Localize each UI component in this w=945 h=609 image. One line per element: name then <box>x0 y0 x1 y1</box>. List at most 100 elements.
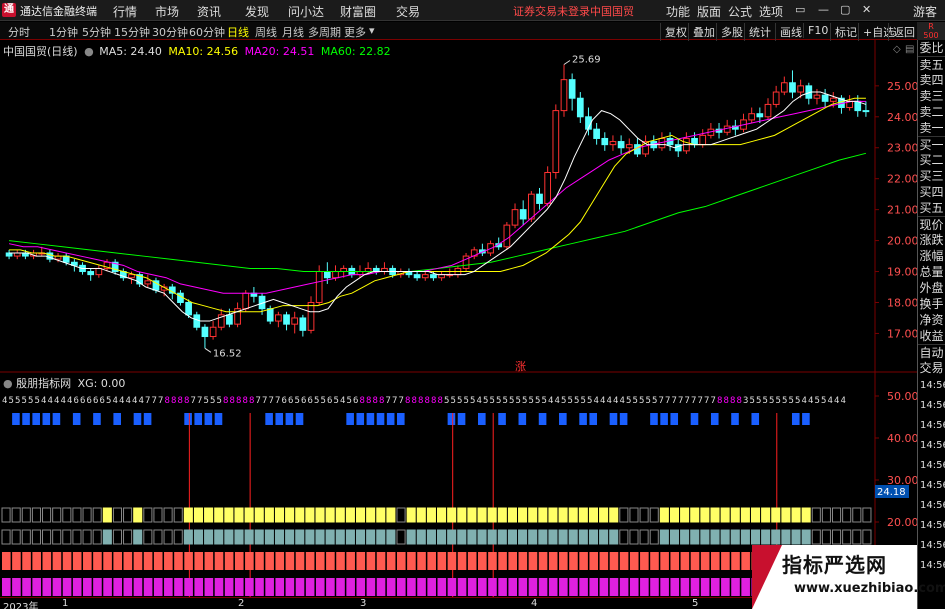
menu-xuanxiang[interactable]: 选项 <box>759 3 783 20</box>
candle-body <box>421 274 429 279</box>
side-item-7[interactable]: 买二 <box>918 152 945 168</box>
red-block <box>356 552 366 570</box>
digit-cell: 4 <box>802 396 807 406</box>
menu-banmian[interactable]: 版面 <box>697 3 721 20</box>
tab-weekly[interactable]: 周线 <box>255 24 277 40</box>
side-item-16[interactable]: 换手 <box>918 296 945 312</box>
btn-diejia[interactable]: 叠加 <box>688 23 719 41</box>
tab-fenshi[interactable]: 分时 <box>8 24 30 40</box>
digit-cell: 4 <box>119 396 124 406</box>
tab-15min[interactable]: 15分钟 <box>114 24 150 40</box>
red-block <box>670 552 680 570</box>
red-block <box>32 552 41 570</box>
red-block <box>113 552 123 570</box>
tab-5min[interactable]: 5分钟 <box>82 24 111 40</box>
collapse-icon[interactable]: ▤ <box>905 44 914 55</box>
teal-block <box>781 529 791 545</box>
side-item-0[interactable]: 委比 <box>918 40 945 56</box>
menu-jiaoyi[interactable]: 交易 <box>396 3 420 20</box>
kline-chart[interactable]: 25.00 24.00 23.00 22.00 21.00 20.00 19.00 18.00… <box>0 40 917 597</box>
tab-multi-period[interactable]: 多周期 <box>308 24 341 40</box>
yellow-block <box>852 507 862 523</box>
digit-cell: 5 <box>217 396 222 406</box>
side-item-14[interactable]: 总量 <box>918 264 945 280</box>
chevron-down-icon[interactable]: ▾ <box>369 24 375 37</box>
diamond-icon[interactable]: ◇ <box>893 44 901 55</box>
magenta-block <box>650 578 659 596</box>
red-block <box>12 552 21 570</box>
btn-duogu[interactable]: 多股 <box>716 23 747 41</box>
btn-fuquan[interactable]: 复权 <box>660 23 691 41</box>
btn-biaoji[interactable]: 标记 <box>830 23 861 41</box>
side-item-12[interactable]: 涨跌 <box>918 232 945 248</box>
side-item-4[interactable]: 卖二 <box>918 104 945 120</box>
side-item-3[interactable]: 卖三 <box>918 88 945 104</box>
tab-30min[interactable]: 30分钟 <box>152 24 188 40</box>
digit-cell: 5 <box>516 396 521 406</box>
side-item-10[interactable]: 买五 <box>918 200 945 216</box>
low-label: 16.52 <box>213 348 242 359</box>
window-mode-icon[interactable]: ▭ <box>795 3 805 16</box>
teal-block <box>62 529 72 545</box>
red-block <box>518 552 528 570</box>
digit-cell: 7 <box>659 396 664 406</box>
menu-hangqing[interactable]: 行情 <box>113 3 137 20</box>
teal-block <box>669 529 680 545</box>
side-item-5[interactable]: 卖一 <box>918 120 945 136</box>
btn-f10[interactable]: F10 <box>803 23 832 38</box>
date-may: 5 <box>692 598 699 609</box>
digit-cell: 8 <box>717 396 722 406</box>
btn-tongji[interactable]: 统计 <box>744 23 775 41</box>
red-block <box>579 552 588 570</box>
side-lower-1[interactable]: 交易 <box>918 360 945 376</box>
ma20-line <box>8 100 866 294</box>
side-item-9[interactable]: 买四 <box>918 184 945 200</box>
tab-60min[interactable]: 60分钟 <box>189 24 225 40</box>
magenta-block <box>265 578 274 596</box>
settings-dot-icon[interactable]: ● <box>84 45 94 58</box>
tab-monthly[interactable]: 月线 <box>282 24 304 40</box>
teal-block <box>112 529 123 545</box>
menu-wenxiaoda[interactable]: 问小达 <box>288 3 324 20</box>
yellow-block <box>426 507 436 523</box>
close-icon[interactable]: ✕ <box>862 3 871 16</box>
btn-back[interactable]: 返回 <box>888 23 919 41</box>
side-lower-0[interactable]: 自动 <box>918 344 945 360</box>
menu-gongneng[interactable]: 功能 <box>666 3 690 20</box>
teal-block <box>345 529 355 545</box>
teal-block <box>335 529 345 545</box>
side-item-13[interactable]: 涨幅 <box>918 248 945 264</box>
side-item-11[interactable]: 现价 <box>918 216 945 232</box>
menu-zixun[interactable]: 资讯 <box>197 3 221 20</box>
indicator-dot-icon[interactable]: ● <box>3 377 13 390</box>
side-item-18[interactable]: 收益 <box>918 328 945 344</box>
login-warning[interactable]: 证券交易未登录 <box>513 3 590 19</box>
menu-faxian[interactable]: 发现 <box>245 3 269 20</box>
side-item-8[interactable]: 买三 <box>918 168 945 184</box>
digit-cell: 5 <box>529 396 534 406</box>
tab-1min[interactable]: 1分钟 <box>49 24 78 40</box>
tab-daily[interactable]: 日线 <box>227 24 249 40</box>
side-item-2[interactable]: 卖四 <box>918 72 945 88</box>
candle-body <box>609 141 617 146</box>
menu-gongshi[interactable]: 公式 <box>728 3 752 20</box>
side-item-15[interactable]: 外盘 <box>918 280 945 296</box>
digit-cell: 5 <box>763 396 768 406</box>
maximize-icon[interactable]: ▢ <box>840 3 850 16</box>
magenta-block <box>224 578 234 596</box>
teal-block <box>609 529 619 545</box>
minimize-icon[interactable]: — <box>818 3 829 16</box>
side-item-17[interactable]: 净资 <box>918 312 945 328</box>
teal-block <box>629 529 639 545</box>
guest-label[interactable]: 游客 <box>913 3 937 20</box>
tab-more[interactable]: 更多 <box>344 24 366 40</box>
side-item-6[interactable]: 买一 <box>918 136 945 152</box>
menu-caifuquan[interactable]: 财富圈 <box>340 3 376 20</box>
side-item-1[interactable]: 卖五 <box>918 56 945 72</box>
yellow-block <box>487 507 497 523</box>
menu-shichang[interactable]: 市场 <box>155 3 179 20</box>
yellow-block <box>92 507 102 523</box>
digit-cell: 5 <box>334 396 339 406</box>
btn-huaxian[interactable]: 画线 <box>775 23 806 41</box>
teal-block <box>295 529 305 545</box>
